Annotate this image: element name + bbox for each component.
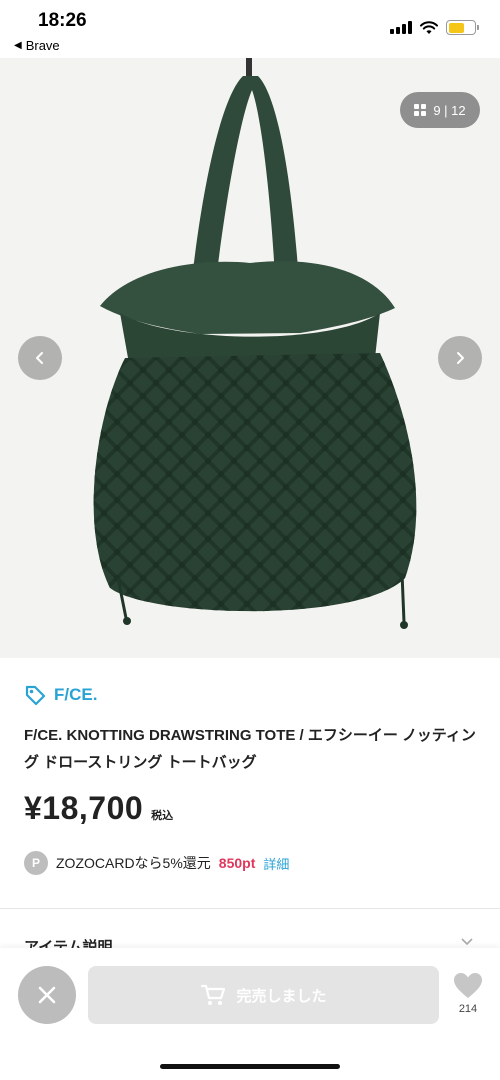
- close-button[interactable]: [18, 966, 76, 1024]
- status-bar: 18:26 ◀ Brave: [0, 0, 500, 58]
- status-time: 18:26: [38, 10, 87, 31]
- cart-icon: [201, 984, 226, 1005]
- status-icons: [390, 20, 479, 35]
- close-icon: [38, 986, 56, 1004]
- favorite-count: 214: [458, 1003, 478, 1015]
- chevron-down-icon[interactable]: [460, 934, 474, 948]
- points-detail-link[interactable]: 詳細: [263, 854, 289, 873]
- brand-link[interactable]: F/CE.: [24, 684, 97, 706]
- chevron-left-icon: [36, 352, 43, 364]
- back-to-app-link[interactable]: ◀ Brave: [14, 38, 60, 53]
- product-title: F/CE. KNOTTING DRAWSTRING TOTE / エフシーイー …: [24, 727, 476, 771]
- home-indicator: [160, 1064, 340, 1069]
- price: ¥18,700: [24, 790, 144, 826]
- price-row: ¥18,700 税込: [24, 790, 173, 827]
- bottom-action-bar: 完売しました 214: [0, 948, 500, 1080]
- grid-icon: [414, 104, 427, 116]
- points-amount: 850pt: [218, 855, 256, 871]
- points-text: ZOZOCARDなら5%還元: [56, 855, 211, 871]
- tax-label: 税込: [151, 810, 174, 822]
- next-image-button[interactable]: [438, 336, 482, 380]
- soldout-label: 完売しました: [236, 987, 327, 1005]
- favorite-button[interactable]: 214: [450, 972, 486, 1015]
- tag-icon: [25, 685, 46, 706]
- back-triangle-icon: ◀: [14, 40, 22, 51]
- divider: [0, 908, 500, 909]
- wifi-icon: [420, 20, 438, 34]
- back-app-label: Brave: [25, 38, 60, 53]
- battery-icon: [446, 20, 479, 35]
- soldout-button[interactable]: 完売しました: [88, 966, 439, 1024]
- image-counter-text: 9 | 12: [433, 102, 466, 118]
- cellular-signal-icon: [390, 21, 412, 34]
- heart-icon: [454, 973, 482, 998]
- bag-illustration: [93, 58, 417, 629]
- previous-image-button[interactable]: [18, 336, 62, 380]
- points-badge-icon: P: [24, 851, 48, 875]
- brand-name: F/CE.: [54, 685, 98, 704]
- product-image[interactable]: 9 | 12: [0, 58, 500, 658]
- image-counter[interactable]: 9 | 12: [400, 92, 480, 128]
- chevron-right-icon: [457, 352, 464, 364]
- points-row: P ZOZOCARDなら5%還元 850pt 詳細: [24, 851, 289, 875]
